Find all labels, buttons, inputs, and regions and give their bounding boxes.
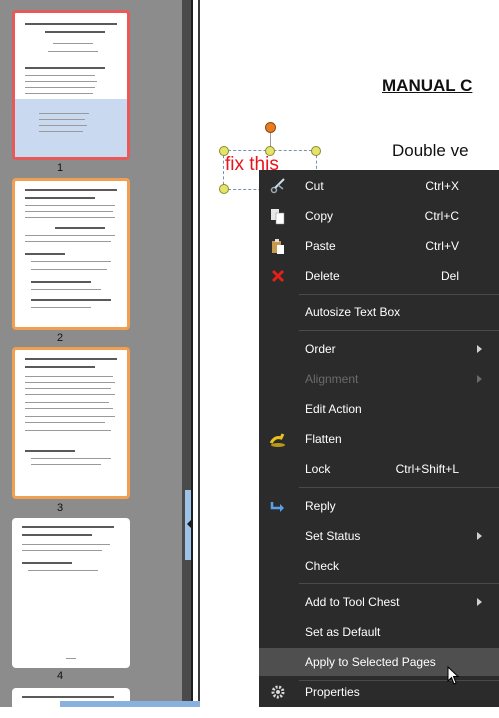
menu-item-paste[interactable]: Paste Ctrl+V — [259, 232, 499, 260]
menu-separator — [299, 487, 499, 488]
gear-icon — [269, 683, 287, 701]
menu-item-shortcut: Ctrl+X — [425, 179, 459, 193]
page-edge — [198, 0, 200, 707]
menu-item-label: Set as Default — [305, 625, 381, 639]
thumbnail-page-number: 4 — [56, 670, 64, 682]
paste-icon — [269, 237, 287, 255]
menu-separator — [299, 294, 499, 295]
page-thumbnail-1[interactable] — [12, 10, 130, 160]
thumbnail-page-number: 3 — [56, 502, 64, 514]
menu-item-label: Apply to Selected Pages — [305, 655, 436, 669]
menu-item-label: Check — [305, 559, 340, 573]
resize-handle[interactable] — [311, 146, 321, 156]
page-thumbnail-3[interactable] — [12, 347, 130, 499]
menu-item-set-as-default[interactable]: Set as Default — [259, 618, 499, 646]
menu-item-shortcut: Ctrl+C — [424, 209, 459, 223]
menu-item-label: Flatten — [305, 432, 342, 446]
menu-item-shortcut: Ctrl+V — [425, 239, 459, 253]
page-thumbnail-4[interactable] — [12, 518, 130, 668]
scissors-icon — [269, 177, 287, 195]
page-thumbnail-2[interactable] — [12, 178, 130, 330]
menu-item-label: Paste — [305, 239, 336, 253]
menu-item-autosize-text-box[interactable]: Autosize Text Box — [259, 298, 499, 326]
menu-item-shortcut: Ctrl+Shift+L — [395, 462, 459, 476]
menu-item-apply-to-selected-pages[interactable]: Apply to Selected Pages — [259, 648, 499, 676]
menu-item-cut[interactable]: Cut Ctrl+X — [259, 172, 499, 200]
menu-item-label: Copy — [305, 209, 334, 223]
menu-item-add-to-tool-chest[interactable]: Add to Tool Chest — [259, 588, 499, 616]
menu-item-label: Edit Action — [305, 402, 362, 416]
menu-item-lock[interactable]: Lock Ctrl+Shift+L — [259, 455, 499, 483]
menu-separator — [299, 583, 499, 584]
thumbnail-page-number: 1 — [56, 162, 64, 174]
menu-item-shortcut: Del — [440, 269, 459, 283]
copy-icon — [269, 207, 287, 225]
rotation-handle[interactable] — [265, 122, 276, 133]
reply-icon — [269, 497, 287, 515]
menu-item-label: Add to Tool Chest — [305, 595, 400, 609]
document-text: Double ve — [392, 141, 469, 160]
resize-handle[interactable] — [265, 146, 275, 156]
menu-item-label: Properties — [305, 685, 360, 699]
menu-item-set-status[interactable]: Set Status — [259, 522, 499, 550]
menu-item-delete[interactable]: Delete Del — [259, 262, 499, 290]
selection-strip — [60, 701, 200, 707]
submenu-arrow-icon — [477, 532, 482, 540]
thumbnail-page-number: 2 — [56, 332, 64, 344]
menu-item-flatten[interactable]: Flatten — [259, 425, 499, 453]
menu-item-alignment: Alignment — [259, 365, 499, 393]
page-edge — [191, 0, 193, 707]
menu-item-label: Set Status — [305, 529, 361, 543]
menu-item-label: Cut — [305, 179, 324, 193]
submenu-arrow-icon — [477, 375, 482, 383]
menu-item-label: Reply — [305, 499, 336, 513]
delete-x-icon — [269, 267, 287, 285]
context-menu: Cut Ctrl+X Copy Ctrl+C Paste Ctrl+V Dele… — [259, 170, 499, 707]
menu-item-properties[interactable]: Properties — [259, 678, 499, 706]
menu-item-reply[interactable]: Reply — [259, 492, 499, 520]
menu-item-copy[interactable]: Copy Ctrl+C — [259, 202, 499, 230]
menu-item-check[interactable]: Check — [259, 552, 499, 580]
resize-handle[interactable] — [219, 146, 229, 156]
menu-item-order[interactable]: Order — [259, 335, 499, 363]
resize-handle[interactable] — [219, 184, 229, 194]
submenu-arrow-icon — [477, 345, 482, 353]
menu-item-label: Autosize Text Box — [305, 305, 401, 319]
mouse-pointer-icon — [447, 665, 461, 691]
menu-item-label: Lock — [305, 462, 331, 476]
menu-item-edit-action[interactable]: Edit Action — [259, 395, 499, 423]
menu-item-label: Alignment — [305, 372, 359, 386]
flatten-icon — [269, 430, 287, 448]
menu-item-label: Delete — [305, 269, 340, 283]
thumbnail-panel: 1 2 3 4 — [0, 0, 190, 718]
menu-separator — [299, 330, 499, 331]
document-heading: MANUAL C — [382, 76, 473, 95]
menu-item-label: Order — [305, 342, 336, 356]
submenu-arrow-icon — [477, 598, 482, 606]
